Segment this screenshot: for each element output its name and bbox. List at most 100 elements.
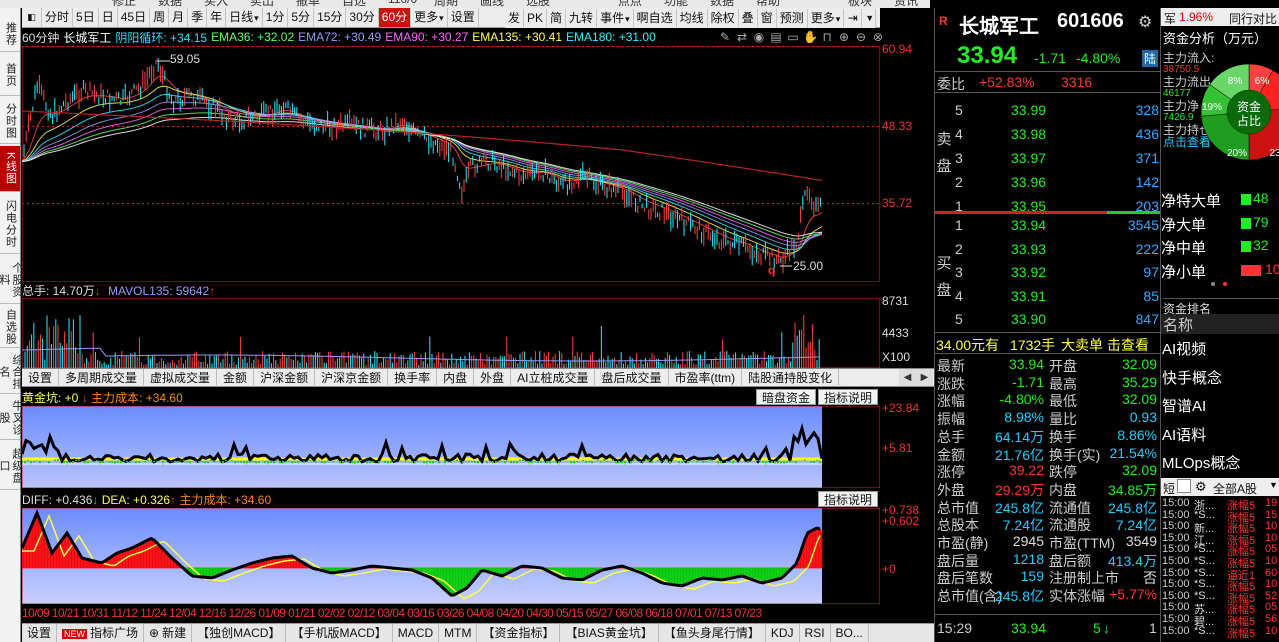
left-nav-9[interactable]: 超级盘口 [0,442,23,490]
peer-compare-tab[interactable]: 同行对比 [1229,10,1277,27]
indicator-tab[interactable]: AI立桩成交量 [511,368,596,387]
pager-dot[interactable] [1211,282,1215,286]
scroll-left-icon[interactable]: ◀ [899,369,916,386]
left-nav-1[interactable]: 首页 [0,54,20,96]
bottom-tab[interactable]: MTM [439,624,478,642]
toolbar-button[interactable]: PK [524,8,548,28]
big-order-row[interactable]: 34.00元有 1732手 大卖单 击查看 [935,332,1161,354]
gold-pit-help-button[interactable]: 指标说明 [818,389,879,405]
buy-level-row[interactable]: 2 33.93 222 [935,237,1161,261]
period-tab[interactable]: 5日 [73,8,99,27]
toolbar-button[interactable]: 发 [505,8,525,28]
bottom-tab[interactable]: NEW 指标广场 [57,624,145,642]
sell-level-row[interactable]: 2 33.96 142 [935,170,1161,194]
news-settings-icon[interactable]: ⚙ [1195,479,1207,495]
menu-item[interactable]: 帮助 [756,0,780,8]
menu-item[interactable]: 点点 [618,0,642,8]
period-tab[interactable]: 45日 [118,8,151,27]
period-tab[interactable]: 日线 [226,8,263,27]
buy-level-row[interactable]: 3 33.92 97 [935,260,1161,284]
zoom-in-icon[interactable]: ⊕ [837,30,851,44]
indicator-tab[interactable]: 盘后成交量 [595,368,669,387]
toolbar-button[interactable]: 窗 [757,8,777,28]
volume-chart[interactable] [22,298,880,368]
concept-item[interactable]: AI语料 [1162,424,1206,445]
toolbar-button[interactable]: 事件 [597,8,634,28]
left-nav-0[interactable]: 推荐 [0,16,20,52]
menu-item[interactable]: 画线 [480,0,504,8]
period-tab[interactable]: 年 [207,8,227,27]
news-stock[interactable]: *S... [1194,625,1215,637]
sell-level-row[interactable]: 3 33.97 371 [935,146,1161,170]
menu-item[interactable]: 数据 [158,0,182,8]
toolbar-button[interactable]: 除权 [707,8,739,28]
menu-item[interactable]: 资讯 [894,0,918,8]
indicator-tab[interactable]: 陆股通持股变化 [742,368,840,387]
concept-item[interactable]: 智谱AI [1162,395,1206,416]
zoom-out-icon[interactable]: ⊖ [854,30,868,44]
news-stock[interactable]: *S... [1194,555,1215,567]
left-nav-8[interactable]: 牛叉诊股 [0,396,23,440]
print-icon[interactable]: ▭ [786,30,800,44]
bottom-tab[interactable]: RSI [800,624,831,642]
period-tab[interactable]: 分时 [42,8,74,27]
news-icon[interactable] [1177,479,1191,493]
toolbar-button[interactable]: 九转 [566,8,598,28]
pager-dot-active[interactable] [1223,282,1227,286]
period-tab[interactable]: 日 [99,8,118,27]
indicator-tab[interactable]: 沪深金额 [254,368,316,387]
indicator-tab[interactable]: 虚拟成交量 [144,368,218,387]
news-filter-dropdown-icon[interactable]: ▼ [1269,480,1278,490]
period-tab[interactable]: 周 [150,8,170,27]
left-nav-7[interactable]: 综合排名 [0,350,23,394]
toolbar-button[interactable]: 叠 [738,8,758,28]
macd-chart[interactable] [22,508,880,604]
menu-item[interactable]: 周期 [434,0,458,8]
expand-icon[interactable]: ⇥ [844,8,863,28]
menu-item[interactable]: 卖出 [250,0,274,8]
toolbar-button[interactable]: 更多 [807,8,845,28]
news-stock[interactable]: *S... [1194,590,1215,602]
news-stock[interactable]: *S... [1194,567,1215,579]
buy-level-row[interactable]: 5 33.90 847 [935,307,1161,331]
bottom-tab[interactable]: 【手机版MACD】 [286,624,393,642]
settings-gear-icon[interactable]: ⚙ [1138,12,1152,32]
indicator-tab[interactable]: 多周期成交量 [59,368,145,387]
bottom-tab[interactable]: 【BIAS黄金坑】 [560,624,659,642]
indicator-tab[interactable]: 金额 [217,368,255,387]
hand-icon[interactable]: ✋ [803,30,818,44]
indicator-tab[interactable]: 市盈率(ttm) [669,368,743,387]
big-order-link[interactable]: 大卖单 击查看 [1061,335,1149,355]
scroll-right-icon[interactable]: ▶ [916,369,933,386]
indicator-tab[interactable]: 换手率 [388,368,438,387]
period-tab[interactable]: 季 [188,8,208,27]
menu-item[interactable]: 修正 [112,0,136,8]
buy-level-row[interactable]: 4 33.91 85 [935,284,1161,308]
news-tab[interactable]: 短 [1163,480,1175,497]
left-nav-3[interactable]: K线图 [0,146,20,192]
news-stock[interactable]: *S... [1194,578,1215,590]
bottom-tab[interactable]: 【资金指标】 [477,624,561,642]
news-stock[interactable]: *S... [1194,543,1215,555]
left-nav-5[interactable]: 个股资料 [0,256,23,304]
concept-item[interactable]: 快手概念 [1162,367,1222,388]
period-tab[interactable]: 1分 [263,8,289,27]
indicator-tab[interactable]: 内盘 [437,368,475,387]
toolbar-button[interactable]: 预测 [776,8,808,28]
sell-level-row[interactable]: 5 33.99 328 [935,98,1161,122]
menu-item[interactable]: 选股 [526,0,550,8]
toolbar-button[interactable]: 啊自选 [633,8,677,28]
left-nav-4[interactable]: 闪电分时 [0,194,20,254]
concept-item[interactable]: AI视频 [1162,338,1206,359]
buy-level-row[interactable]: 1 33.94 3545 [935,213,1161,237]
sell-level-row[interactable]: 4 33.98 436 [935,122,1161,146]
adjust-icon[interactable]: ⇄ [735,30,749,44]
menu-item[interactable]: 板块 [848,0,872,8]
left-nav-2[interactable]: 分时图 [0,98,20,144]
draw-line-icon[interactable]: ✎ [718,30,732,44]
menu-item[interactable]: 买入 [204,0,228,8]
menu-item[interactable]: 功能 [664,0,688,8]
bottom-tab[interactable]: ⊕ 新建 [144,624,193,642]
indicator-tab[interactable]: 外盘 [474,368,512,387]
dark-fund-button[interactable]: 暗盘资金 [756,389,817,405]
